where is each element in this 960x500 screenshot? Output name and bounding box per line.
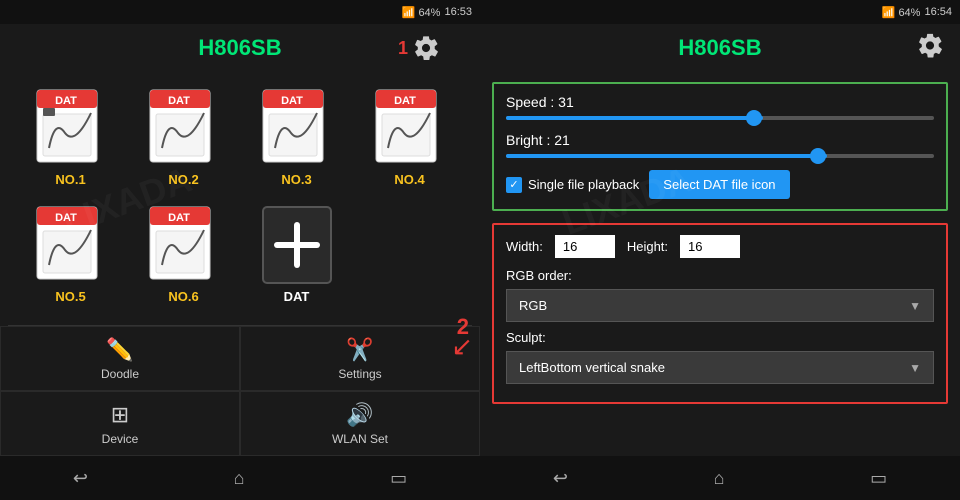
speed-slider-track[interactable] — [506, 116, 934, 120]
right-recent-button[interactable]: ▭ — [854, 462, 903, 495]
rgb-value: RGB — [519, 298, 547, 313]
speed-label: Speed : 31 — [506, 94, 934, 110]
svg-text:DAT: DAT — [281, 95, 303, 107]
sculpt-dropdown[interactable]: LeftBottom vertical snake ▼ — [506, 351, 934, 384]
dat-icon-1: DAT — [35, 88, 107, 168]
left-system-bar: ↩ ⌂ ▭ — [0, 456, 480, 500]
settings-icon: ✂️ — [346, 337, 373, 363]
doodle-section: Width: Height: RGB order: RGB ▼ Sculpt: … — [492, 223, 948, 404]
dat-label-6: NO.6 — [168, 289, 198, 304]
bright-slider-thumb — [810, 148, 826, 164]
width-label: Width: — [506, 239, 543, 254]
nav-device[interactable]: ⊞ Device — [0, 391, 240, 456]
sculpt-value: LeftBottom vertical snake — [519, 360, 665, 375]
right-status-bar: 📶 64% 16:54 — [480, 0, 960, 24]
settings-label: Settings — [338, 367, 381, 381]
select-dat-button[interactable]: Select DAT file icon — [649, 170, 789, 199]
doodle-icon: ✏️ — [106, 337, 133, 363]
speed-slider-fill — [506, 116, 763, 120]
doodle-label: Doodle — [101, 367, 139, 381]
dat-item-4[interactable]: DAT NO.4 — [359, 88, 460, 193]
right-header: H806SB — [480, 24, 960, 72]
right-system-bar: ↩ ⌂ ▭ — [480, 456, 960, 500]
dat-label-1: NO.1 — [55, 172, 85, 187]
right-time: 16:54 — [924, 6, 952, 18]
single-file-checkbox[interactable]: ✓ Single file playback — [506, 177, 639, 193]
bottom-navigation: ✏️ Doodle ✂️ Settings 2 ↙ ⊞ Device 🔊 WLA… — [0, 326, 480, 456]
left-time: 16:53 — [444, 6, 472, 18]
rgb-order-label: RGB order: — [506, 268, 934, 283]
device-icon: ⊞ — [111, 402, 129, 428]
left-app-title: H806SB — [198, 35, 281, 61]
dat-file-grid: DAT NO.1 DAT NO.2 — [0, 72, 480, 325]
device-label: Device — [102, 432, 139, 446]
left-header: H806SB 1 — [0, 24, 480, 72]
single-file-label: Single file playback — [528, 177, 639, 192]
sculpt-dropdown-arrow: ▼ — [909, 361, 921, 375]
nav-settings[interactable]: ✂️ Settings 2 ↙ — [240, 326, 480, 391]
gear-icon[interactable] — [412, 34, 440, 62]
add-dat-icon — [261, 205, 333, 285]
svg-text:DAT: DAT — [168, 212, 190, 224]
rgb-dropdown-arrow: ▼ — [909, 299, 921, 313]
nav-doodle[interactable]: ✏️ Doodle — [0, 326, 240, 391]
speed-bright-section: Speed : 31 Bright : 21 ✓ Single file pla… — [492, 82, 948, 211]
bright-slider-track[interactable] — [506, 154, 934, 158]
bright-slider-fill — [506, 154, 827, 158]
height-input[interactable] — [680, 235, 740, 258]
svg-text:DAT: DAT — [168, 95, 190, 107]
status-icons: 📶 64% — [402, 6, 441, 19]
playback-row: ✓ Single file playback Select DAT file i… — [506, 170, 934, 199]
dat-item-2[interactable]: DAT NO.2 — [133, 88, 234, 193]
right-app-title: H806SB — [678, 35, 761, 61]
nav-wlan[interactable]: 🔊 WLAN Set — [240, 391, 480, 456]
right-back-button[interactable]: ↩ — [537, 462, 584, 495]
settings-arrow-area: 1 — [398, 34, 440, 62]
svg-text:DAT: DAT — [55, 212, 77, 224]
right-gear-icon[interactable] — [916, 32, 944, 60]
right-panel: 📶 64% 16:54 H806SB Speed : 31 Bright : 2… — [480, 0, 960, 500]
dat-item-5[interactable]: DAT NO.5 — [20, 205, 121, 310]
dat-label-5: NO.5 — [55, 289, 85, 304]
checkbox-checkmark: ✓ — [506, 177, 522, 193]
dat-label-3: NO.3 — [281, 172, 311, 187]
dat-item-6[interactable]: DAT NO.6 — [133, 205, 234, 310]
speed-bright-container: Speed : 31 Bright : 21 ✓ Single file pla… — [480, 72, 960, 217]
sculpt-label: Sculpt: — [506, 330, 934, 345]
arrow-number-1: 1 — [398, 38, 408, 59]
dimension-row: Width: Height: — [506, 235, 934, 258]
left-status-bar: 📶 64% 16:53 — [0, 0, 480, 24]
wlan-label: WLAN Set — [332, 432, 388, 446]
dat-icon-4: DAT — [374, 88, 446, 168]
right-home-button[interactable]: ⌂ — [698, 462, 741, 495]
right-status-icons: 📶 64% — [882, 6, 921, 19]
dat-item-1[interactable]: DAT NO.1 — [20, 88, 121, 193]
dat-icon-2: DAT — [148, 88, 220, 168]
doodle-container: Width: Height: RGB order: RGB ▼ Sculpt: … — [480, 217, 960, 410]
back-button[interactable]: ↩ — [57, 462, 104, 495]
dat-item-add[interactable]: DAT — [246, 205, 347, 310]
recent-button[interactable]: ▭ — [374, 462, 423, 495]
wlan-icon: 🔊 — [346, 402, 373, 428]
rgb-dropdown[interactable]: RGB ▼ — [506, 289, 934, 322]
dat-icon-5: DAT — [35, 205, 107, 285]
bright-label: Bright : 21 — [506, 132, 934, 148]
dat-icon-3: DAT — [261, 88, 333, 168]
home-button[interactable]: ⌂ — [218, 462, 261, 495]
svg-text:DAT: DAT — [394, 95, 416, 107]
dat-label-2: NO.2 — [168, 172, 198, 187]
svg-text:DAT: DAT — [55, 95, 77, 107]
speed-slider-thumb — [746, 110, 762, 126]
dat-label-4: NO.4 — [394, 172, 424, 187]
dat-icon-6: DAT — [148, 205, 220, 285]
width-input[interactable] — [555, 235, 615, 258]
dat-item-3[interactable]: DAT NO.3 — [246, 88, 347, 193]
dat-label-add: DAT — [284, 289, 310, 304]
height-label: Height: — [627, 239, 668, 254]
left-panel: 📶 64% 16:53 H806SB 1 DAT — [0, 0, 480, 500]
arrow-2-icon: ↙ — [451, 331, 473, 362]
